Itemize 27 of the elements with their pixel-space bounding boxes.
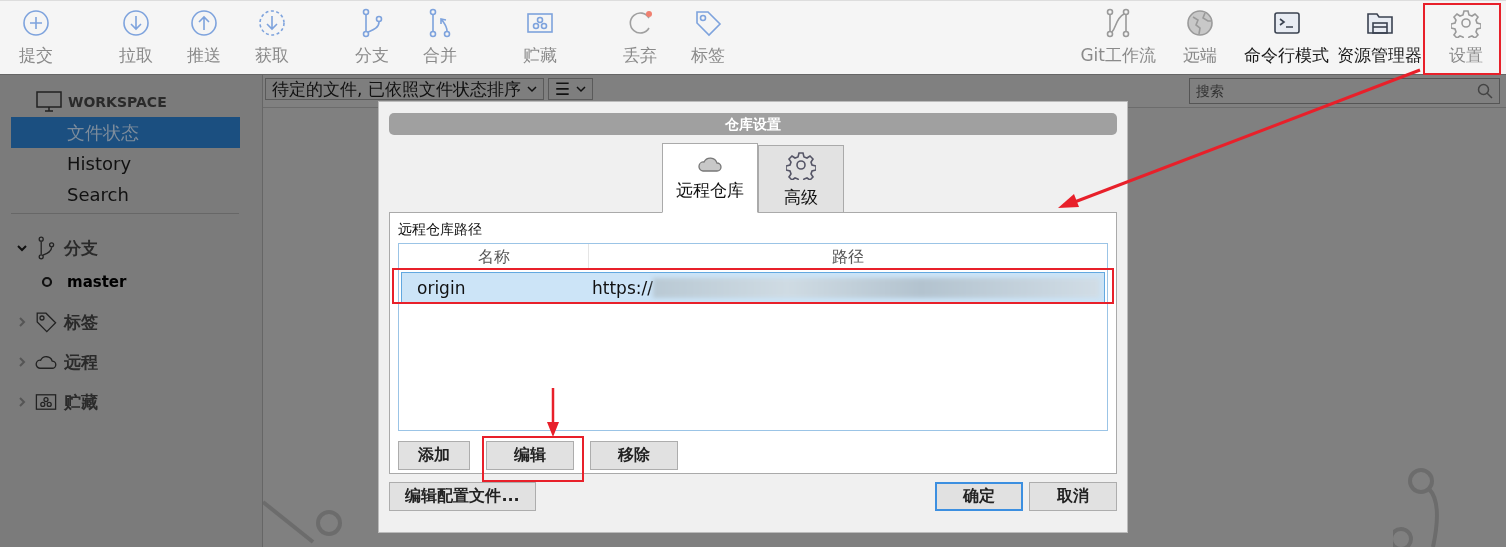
view-dropdown[interactable]: ☰ xyxy=(547,78,594,100)
sidebar-section[interactable]: 标签 xyxy=(64,310,98,334)
search-field[interactable]: 搜索 xyxy=(1189,78,1500,104)
section-label: 远程仓库路径 xyxy=(398,221,483,239)
sort-dropdown[interactable]: 待定的文件, 已依照文件状态排序 xyxy=(265,78,544,100)
tab[interactable]: 远程仓库 xyxy=(662,143,758,213)
toolbar-button[interactable]: 资源管理器 xyxy=(1333,1,1426,74)
ok-button[interactable]: 确定 xyxy=(935,482,1023,511)
list-button[interactable]: 移除 xyxy=(590,441,678,470)
column-header[interactable]: 路径 xyxy=(589,244,1107,269)
sidebar-section[interactable]: 贮藏 xyxy=(64,390,98,414)
sidebar-item[interactable]: 文件状态 xyxy=(11,117,240,148)
sidebar-item[interactable]: Search xyxy=(11,179,240,210)
edit-config-button[interactable]: 编辑配置文件... xyxy=(389,482,536,511)
list-button[interactable]: 编辑 xyxy=(486,441,574,470)
dialog-title: 仓库设置 xyxy=(389,113,1117,135)
branch-item[interactable]: master xyxy=(67,273,127,291)
table-row[interactable]: origin https:// xyxy=(401,272,1105,303)
list-button[interactable]: 添加 xyxy=(398,441,470,470)
section-heading: WORKSPACE xyxy=(68,94,167,110)
column-header[interactable]: 名称 xyxy=(399,244,589,269)
toolbar-button[interactable]: 命令行模式 xyxy=(1240,1,1333,74)
sidebar-item[interactable]: History xyxy=(11,148,240,179)
cancel-button[interactable]: 取消 xyxy=(1029,482,1117,511)
sidebar-section[interactable]: 远程 xyxy=(64,350,98,374)
tab[interactable]: 高级 xyxy=(758,145,844,213)
sidebar-section[interactable]: 分支 xyxy=(64,236,98,260)
